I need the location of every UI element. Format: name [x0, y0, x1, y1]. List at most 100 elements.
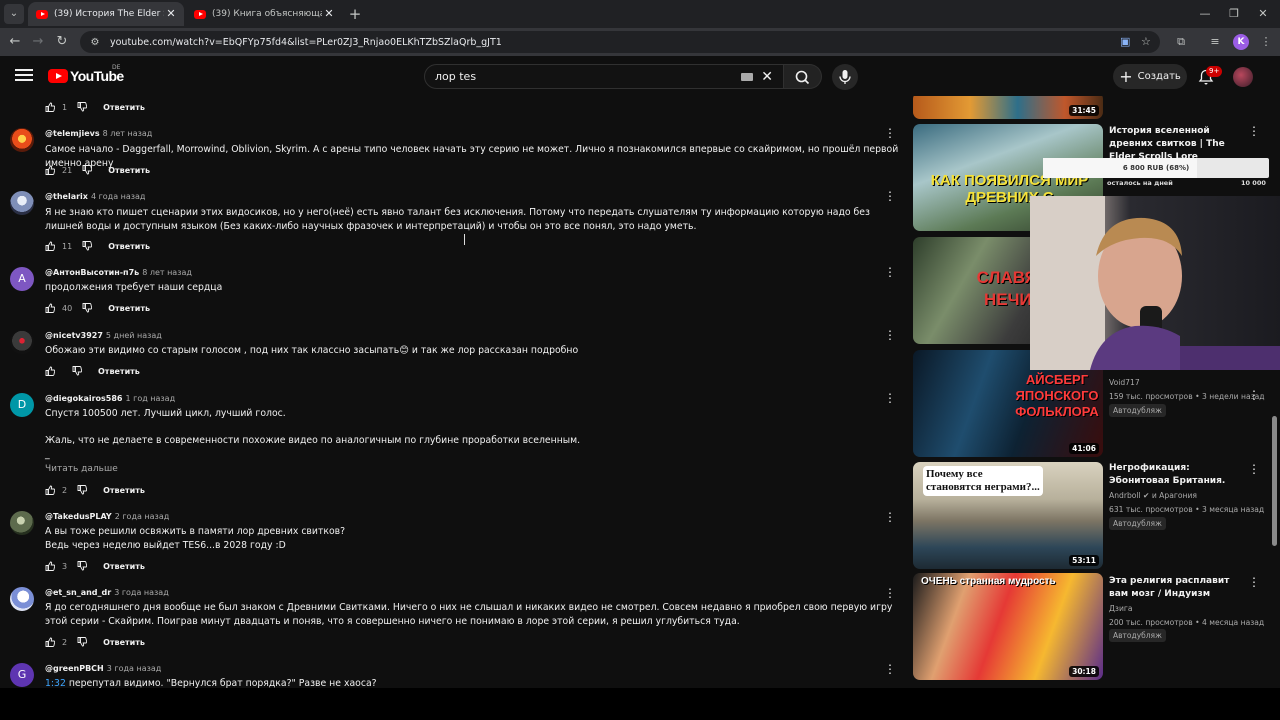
comment-time[interactable]: 8 лет назад: [142, 268, 192, 277]
video-more-icon[interactable]: ⋮: [1248, 462, 1260, 476]
comment-time[interactable]: 2 года назад: [115, 512, 170, 521]
reply-button[interactable]: Ответить: [103, 486, 145, 495]
thumbs-up-icon[interactable]: [45, 303, 55, 313]
clear-search-icon[interactable]: ✕: [761, 69, 773, 85]
commenter-avatar[interactable]: [10, 191, 34, 215]
thumbs-up-icon[interactable]: [45, 102, 55, 112]
thumbs-up-icon[interactable]: [45, 165, 55, 175]
tab-close-icon[interactable]: ✕: [322, 7, 336, 21]
thumbs-down-icon[interactable]: [77, 102, 88, 112]
close-window-icon[interactable]: ✕: [1252, 4, 1274, 24]
comment-more-icon[interactable]: ⋮: [884, 662, 896, 676]
site-settings-icon[interactable]: ⚙: [86, 37, 104, 48]
comment-time[interactable]: 5 дней назад: [106, 331, 162, 340]
tab-close-icon[interactable]: ✕: [164, 7, 178, 21]
read-more-link[interactable]: Читать дальше: [45, 464, 118, 474]
comment-author[interactable]: @АнтонВысотин-п7ь: [45, 268, 139, 277]
comment-more-icon[interactable]: ⋮: [884, 391, 896, 405]
scrollbar-thumb[interactable]: [1272, 416, 1277, 546]
video-channel[interactable]: Void717: [1109, 378, 1140, 387]
video-thumbnail[interactable]: Почему все становятся неграми?... 53:11: [913, 462, 1103, 569]
browser-tab-active[interactable]: (39) История The Elder Scrolls ✕: [28, 2, 184, 26]
create-button[interactable]: + Создать: [1113, 64, 1187, 89]
video-more-icon[interactable]: ⋮: [1248, 388, 1260, 402]
commenter-avatar[interactable]: [10, 587, 34, 611]
comment-author[interactable]: @nicetv3927: [45, 331, 103, 340]
video-thumbnail[interactable]: 31:45: [913, 96, 1103, 119]
comment-time[interactable]: 3 года назад: [107, 664, 162, 673]
reply-button[interactable]: Ответить: [103, 562, 145, 571]
thumbs-up-icon[interactable]: [45, 561, 55, 571]
keyboard-icon[interactable]: [741, 72, 754, 81]
comment-more-icon[interactable]: ⋮: [884, 586, 896, 600]
account-avatar[interactable]: [1233, 67, 1253, 87]
thumbs-down-icon[interactable]: [82, 165, 93, 175]
commenter-avatar[interactable]: [10, 330, 34, 354]
minimize-icon[interactable]: —: [1194, 4, 1216, 24]
comment-more-icon[interactable]: ⋮: [884, 265, 896, 279]
address-bar[interactable]: ⚙ youtube.com/watch?v=EbQFYp75fd4&list=P…: [80, 31, 1160, 53]
extensions-icon[interactable]: ⧉: [1171, 32, 1191, 52]
reading-list-icon[interactable]: ≡: [1205, 32, 1225, 52]
comment-time[interactable]: 8 лет назад: [103, 129, 153, 138]
commenter-avatar[interactable]: D: [10, 393, 34, 417]
voice-search-button[interactable]: [832, 64, 858, 90]
browser-menu-icon[interactable]: ⋮: [1256, 32, 1276, 52]
thumbs-down-icon[interactable]: [82, 303, 93, 313]
thumbs-up-icon[interactable]: [45, 366, 55, 376]
timestamp-link[interactable]: 1:32: [45, 678, 66, 688]
thumbs-down-icon[interactable]: [77, 561, 88, 571]
comment-more-icon[interactable]: ⋮: [884, 126, 896, 140]
reload-icon[interactable]: ↻: [52, 32, 72, 52]
comment-author[interactable]: @telemjievs: [45, 129, 100, 138]
reply-button[interactable]: Ответить: [103, 638, 145, 647]
forward-arrow-icon[interactable]: →: [28, 32, 48, 52]
tab-search-menu-button[interactable]: ⌄: [4, 4, 24, 24]
translate-icon[interactable]: ▣: [1120, 31, 1130, 53]
thumbs-up-icon[interactable]: [45, 485, 55, 495]
channel-name[interactable]: Andrboll: [1109, 491, 1141, 500]
sidebar-scrollbar[interactable]: [1268, 96, 1280, 688]
reply-button[interactable]: Ответить: [108, 242, 150, 251]
reply-button[interactable]: Ответить: [98, 367, 140, 376]
comment-time[interactable]: 1 год назад: [125, 394, 175, 403]
thumbs-down-icon[interactable]: [77, 637, 88, 647]
reply-button[interactable]: Ответить: [103, 103, 145, 112]
thumbs-down-icon[interactable]: [82, 241, 93, 251]
video-thumbnail[interactable]: ОЧЕНЬ странная мудрость 30:18: [913, 573, 1103, 680]
comment-more-icon[interactable]: ⋮: [884, 510, 896, 524]
comment-time[interactable]: 4 года назад: [91, 192, 146, 201]
video-more-icon[interactable]: ⋮: [1248, 575, 1260, 589]
comment-more-icon[interactable]: ⋮: [884, 328, 896, 342]
reply-button[interactable]: Ответить: [108, 304, 150, 313]
thumbs-up-icon[interactable]: [45, 241, 55, 251]
reply-button[interactable]: Ответить: [108, 166, 150, 175]
thumbs-up-icon[interactable]: [45, 637, 55, 647]
new-tab-button[interactable]: +: [345, 4, 365, 24]
thumbs-down-icon[interactable]: [77, 485, 88, 495]
comment-time[interactable]: 3 года назад: [114, 588, 169, 597]
video-title[interactable]: Эта религия расплавит вам мозг / Индуизм: [1109, 575, 1249, 601]
video-more-icon[interactable]: ⋮: [1248, 124, 1260, 138]
restore-icon[interactable]: ❐: [1223, 4, 1245, 24]
youtube-logo[interactable]: YouTube DE: [48, 64, 124, 84]
hamburger-menu-icon[interactable]: [14, 66, 34, 86]
comment-author[interactable]: @diegokairos586: [45, 394, 122, 403]
comment-author[interactable]: @et_sn_and_dr: [45, 588, 111, 597]
commenter-avatar[interactable]: [10, 511, 34, 535]
comment-more-icon[interactable]: ⋮: [884, 189, 896, 203]
thumbs-down-icon[interactable]: [72, 366, 82, 376]
video-channel[interactable]: Дзига: [1109, 604, 1133, 613]
comment-author[interactable]: @thelarix: [45, 192, 88, 201]
commenter-avatar[interactable]: G: [10, 663, 34, 687]
search-button[interactable]: [784, 64, 822, 89]
commenter-avatar[interactable]: A: [10, 267, 34, 291]
video-title[interactable]: Негрофикация: Эбонитовая Британия.: [1109, 462, 1249, 488]
search-input[interactable]: лор tes ✕: [424, 64, 784, 89]
bookmark-star-icon[interactable]: ☆: [1141, 31, 1151, 53]
comment-author[interactable]: @greenPBCH: [45, 664, 104, 673]
comment-author[interactable]: @TakedusPLAY: [45, 512, 112, 521]
back-arrow-icon[interactable]: ←: [5, 32, 25, 52]
commenter-avatar[interactable]: [10, 128, 34, 152]
browser-tab[interactable]: (39) Книга объясняющая ВСЕ ✕: [186, 2, 342, 26]
